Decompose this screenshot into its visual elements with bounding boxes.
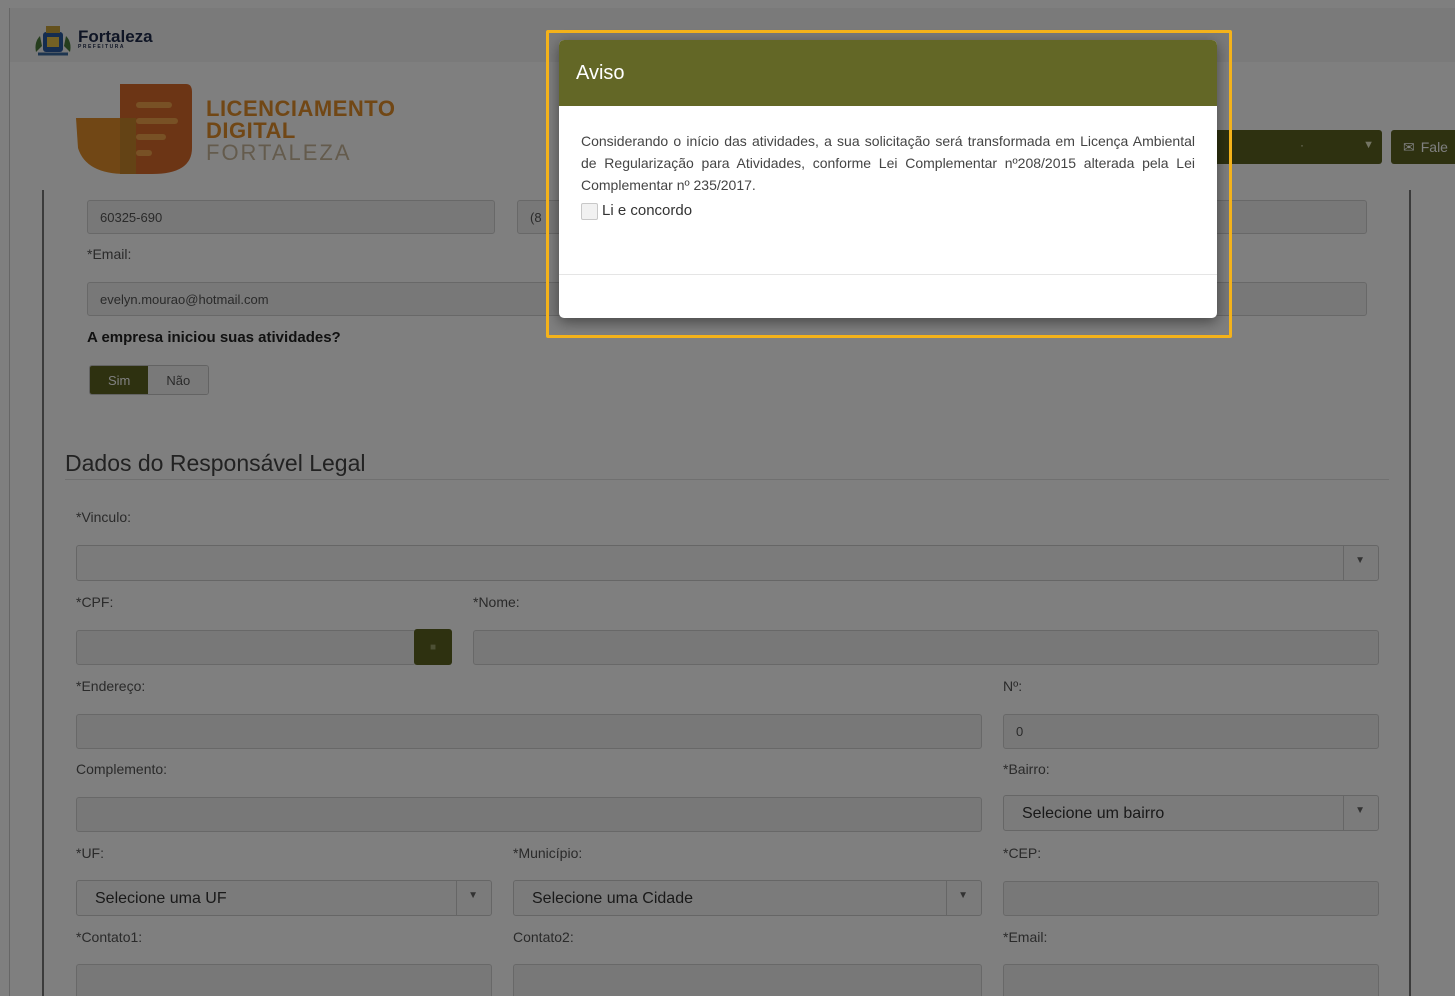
modal-highlight-frame [546,30,1232,338]
